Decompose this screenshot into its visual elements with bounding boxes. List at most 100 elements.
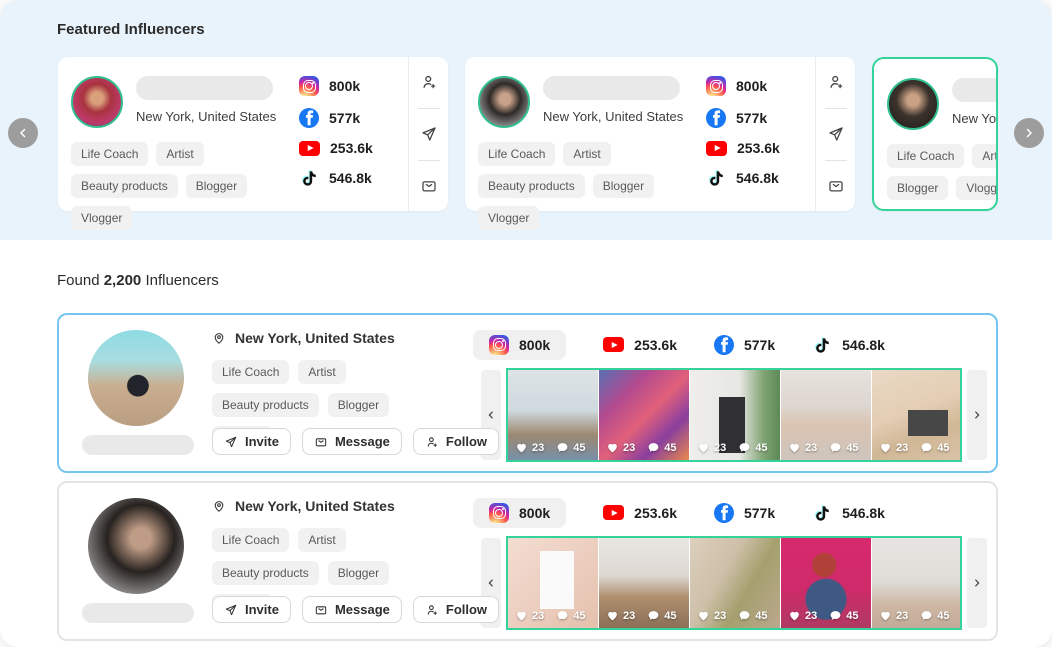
- invite-icon-button[interactable]: [420, 125, 438, 143]
- social-stats: 800k 253.6k 577k 546.8k: [473, 329, 996, 360]
- social-stats: 800k 577k 253.6k 546.8k: [299, 57, 408, 211]
- youtube-stat: 253.6k: [706, 140, 815, 156]
- featured-influencer-card[interactable]: New York, United States Life Coach Artis…: [58, 57, 448, 211]
- tiktok-stat[interactable]: 546.8k: [812, 503, 885, 523]
- location-pin-icon: [212, 331, 226, 345]
- card-main: New York, United States Life Coach Artis…: [58, 57, 299, 211]
- photos-next-button[interactable]: [967, 370, 987, 460]
- found-count: 2,200: [104, 272, 142, 289]
- invite-button[interactable]: Invite: [212, 428, 291, 455]
- tag-life-coach: Life Coach: [887, 144, 964, 168]
- card-actions: [408, 57, 448, 211]
- tag-list: Life Coach Artist Beauty products Blogge…: [478, 142, 706, 230]
- tag-beauty-products: Beauty products: [71, 174, 178, 198]
- row-actions: Invite Message Follow: [212, 596, 499, 623]
- follow-label: Follow: [446, 602, 487, 617]
- comments-count: 45: [664, 442, 676, 454]
- instagram-icon: [706, 76, 726, 96]
- location-line: New York, United States: [212, 498, 467, 514]
- instagram-followers: 800k: [519, 505, 550, 521]
- post-thumbnail[interactable]: 2345: [508, 370, 598, 460]
- follow-button[interactable]: Follow: [413, 428, 499, 455]
- follow-icon-button[interactable]: [420, 73, 438, 91]
- post-thumbnail[interactable]: 2345: [872, 538, 962, 628]
- tiktok-icon: [299, 168, 319, 188]
- location-text: New York, United States: [543, 109, 683, 124]
- message-icon-button[interactable]: [827, 177, 845, 195]
- tag-life-coach: Life Coach: [212, 528, 289, 552]
- message-button[interactable]: Message: [302, 596, 402, 623]
- tiktok-stat: 546.8k: [299, 168, 408, 188]
- comments-count: 45: [937, 442, 949, 454]
- divider: [418, 160, 440, 161]
- featured-influencer-card-highlighted[interactable]: New York, United States Life Coach Artis…: [872, 57, 998, 211]
- post-thumbnail[interactable]: 2345: [781, 538, 871, 628]
- photo-carousel: 2345 2345 2345 2345 2345: [506, 368, 962, 462]
- likes-count: 23: [623, 610, 635, 622]
- influencer-result-row[interactable]: New York, United States Life Coach Artis…: [57, 481, 998, 641]
- tag-vlogger: Vlogger: [956, 176, 998, 200]
- message-icon-button[interactable]: [420, 177, 438, 195]
- post-thumbnail[interactable]: 2345: [690, 370, 780, 460]
- invite-button[interactable]: Invite: [212, 596, 291, 623]
- post-thumbnail[interactable]: 2345: [690, 538, 780, 628]
- follow-icon-button[interactable]: [827, 73, 845, 91]
- likes-count: 23: [896, 442, 908, 454]
- post-thumbnail[interactable]: 23 45: [599, 538, 689, 628]
- tag-artist: Artist: [298, 528, 345, 552]
- instagram-icon: [489, 335, 509, 355]
- name-placeholder: [136, 76, 273, 100]
- invite-icon-button[interactable]: [827, 125, 845, 143]
- facebook-icon: [706, 108, 726, 128]
- post-thumbnail[interactable]: 2345: [781, 370, 871, 460]
- likes-count: 23: [896, 610, 908, 622]
- tiktok-followers: 546.8k: [736, 170, 779, 186]
- carousel-prev-button[interactable]: [8, 118, 38, 148]
- tiktok-icon: [706, 168, 726, 188]
- instagram-stat-selected[interactable]: 800k: [473, 498, 566, 528]
- tag-beauty-products: Beauty products: [212, 561, 319, 585]
- post-thumbnail[interactable]: 23 45: [872, 370, 962, 460]
- tag-blogger: Blogger: [328, 393, 389, 417]
- tag-blogger: Blogger: [593, 174, 654, 198]
- divider: [418, 108, 440, 109]
- tiktok-icon: [812, 503, 832, 523]
- youtube-stat[interactable]: 253.6k: [603, 337, 677, 353]
- facebook-icon: [714, 503, 734, 523]
- facebook-followers: 577k: [329, 110, 360, 126]
- photo-strip: 2345 2345 2345 2345 2345: [481, 536, 996, 630]
- likes-count: 23: [805, 610, 817, 622]
- youtube-stat[interactable]: 253.6k: [603, 505, 677, 521]
- influencer-avatar: [887, 78, 939, 130]
- youtube-followers: 253.6k: [330, 140, 373, 156]
- facebook-stat[interactable]: 577k: [714, 503, 775, 523]
- message-button[interactable]: Message: [302, 428, 402, 455]
- comments-count: 45: [846, 442, 858, 454]
- tag-life-coach: Life Coach: [212, 360, 289, 384]
- carousel-next-button[interactable]: [1014, 118, 1044, 148]
- row-actions: Invite Message Follow: [212, 428, 499, 455]
- tag-list: Life Coach Artist Blogger Vlogger: [887, 144, 998, 200]
- youtube-followers: 253.6k: [737, 140, 780, 156]
- name-placeholder: [82, 603, 194, 623]
- photos-next-button[interactable]: [967, 538, 987, 628]
- comments-count: 45: [664, 610, 676, 622]
- follow-button[interactable]: Follow: [413, 596, 499, 623]
- instagram-stat: 800k: [299, 76, 408, 96]
- location-text: New York, United States: [235, 330, 395, 346]
- post-thumbnail[interactable]: 2345: [599, 370, 689, 460]
- featured-influencer-card[interactable]: New York, United States Life Coach Artis…: [465, 57, 855, 211]
- influencer-result-row[interactable]: New York, United States Life Coach Artis…: [57, 313, 998, 473]
- facebook-stat[interactable]: 577k: [714, 335, 775, 355]
- location-text: New York, United States: [235, 498, 395, 514]
- row-social-block: 800k 253.6k 577k 546.8k 23 45: [467, 483, 996, 639]
- comments-count: 45: [755, 442, 767, 454]
- influencer-search-page: Featured Influencers New York, United St…: [0, 0, 1052, 647]
- instagram-stat-selected[interactable]: 800k: [473, 330, 566, 360]
- featured-carousel: New York, United States Life Coach Artis…: [58, 57, 998, 211]
- facebook-followers: 577k: [744, 337, 775, 353]
- tiktok-stat[interactable]: 546.8k: [812, 335, 885, 355]
- photo-strip: 2345 2345 2345 2345 2345: [481, 368, 996, 462]
- post-thumbnail[interactable]: 2345: [508, 538, 598, 628]
- results-count: Found 2,200 Influencers: [57, 272, 219, 289]
